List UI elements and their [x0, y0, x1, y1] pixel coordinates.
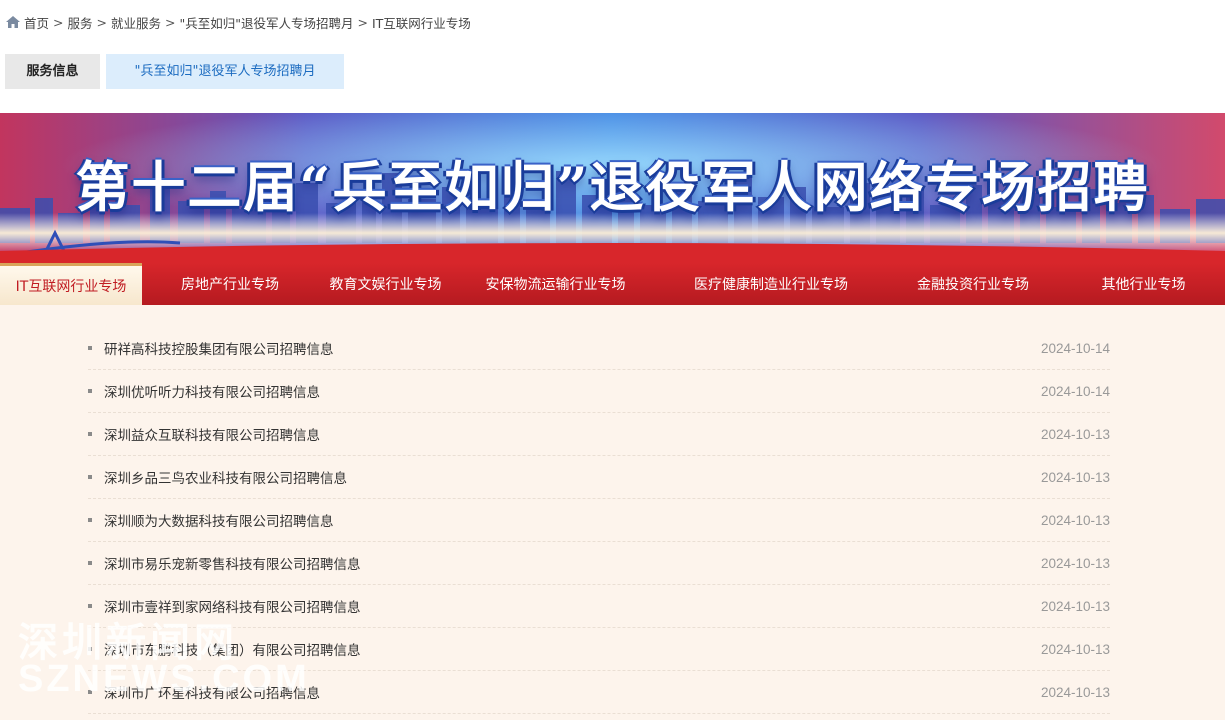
category-tab-it[interactable]: IT互联网行业专场	[0, 263, 142, 305]
list-item-date: 2024-10-13	[1040, 641, 1110, 657]
service-info-tab[interactable]: 服务信息	[5, 54, 100, 89]
category-tab-finance[interactable]: 金融投资行业专场	[884, 263, 1062, 305]
list-item-title[interactable]: 深圳顺为大数据科技有限公司招聘信息	[104, 510, 1041, 530]
bullet-icon	[88, 389, 92, 393]
list-item-date: 2024-10-13	[1040, 555, 1110, 571]
list-item-date: 2024-10-14	[1040, 340, 1110, 356]
list-item-title[interactable]: 深圳优听听力科技有限公司招聘信息	[104, 381, 1041, 401]
watermark-en: SZNEWS.COM	[18, 658, 310, 700]
list-item-title[interactable]: 研祥高科技控股集团有限公司招聘信息	[104, 338, 1041, 358]
breadcrumb-separator: >	[96, 14, 107, 30]
category-tab-realestate[interactable]: 房地产行业专场	[142, 263, 318, 305]
site-watermark: 深圳新闻网 SZNEWS.COM	[18, 610, 318, 710]
breadcrumb-separator: >	[53, 14, 64, 30]
breadcrumb-separator: >	[357, 14, 368, 30]
event-banner: 第十二届“兵至如归”退役军人网络专场招聘	[0, 113, 1225, 263]
breadcrumb-campaign[interactable]: "兵至如归"退役军人专场招聘月	[180, 13, 354, 32]
list-item-date: 2024-10-13	[1040, 512, 1110, 528]
list-item-date: 2024-10-13	[1040, 469, 1110, 485]
breadcrumb-home[interactable]: 首页	[24, 13, 49, 32]
list-item: 深圳益众互联科技有限公司招聘信息 2024-10-13	[88, 413, 1110, 456]
list-item: 深圳乡品三鸟农业科技有限公司招聘信息 2024-10-13	[88, 456, 1110, 499]
breadcrumb-separator: >	[165, 14, 176, 30]
bullet-icon	[88, 518, 92, 522]
bullet-icon	[88, 346, 92, 350]
list-item-date: 2024-10-13	[1040, 426, 1110, 442]
bullet-icon	[88, 561, 92, 565]
category-tab-healthcare-manufacturing[interactable]: 医疗健康制造业行业专场	[658, 263, 884, 305]
category-nav: IT互联网行业专场 房地产行业专场 教育文娱行业专场 安保物流运输行业专场 医疗…	[0, 263, 1225, 305]
list-item-date: 2024-10-13	[1040, 684, 1110, 700]
breadcrumb-service[interactable]: 服务	[68, 13, 93, 32]
breadcrumb: 首页 > 服务 > 就业服务 > "兵至如归"退役军人专场招聘月 > IT互联网…	[5, 13, 471, 31]
banner-title: 第十二届“兵至如归”退役军人网络专场招聘	[75, 155, 1150, 219]
campaign-tab[interactable]: "兵至如归"退役军人专场招聘月	[106, 54, 344, 89]
category-tab-security-logistics[interactable]: 安保物流运输行业专场	[453, 263, 658, 305]
list-item: 深圳市易乐宠新零售科技有限公司招聘信息 2024-10-13	[88, 542, 1110, 585]
list-item-date: 2024-10-14	[1040, 383, 1110, 399]
list-item-title[interactable]: 深圳市易乐宠新零售科技有限公司招聘信息	[104, 553, 1041, 573]
list-item: 深圳顺为大数据科技有限公司招聘信息 2024-10-13	[88, 499, 1110, 542]
home-icon[interactable]	[5, 14, 21, 30]
list-item: 深圳优听听力科技有限公司招聘信息 2024-10-14	[88, 370, 1110, 413]
category-tab-other[interactable]: 其他行业专场	[1062, 263, 1225, 305]
breadcrumb-current: IT互联网行业专场	[371, 15, 471, 31]
category-tab-education[interactable]: 教育文娱行业专场	[318, 263, 453, 305]
list-item-title[interactable]: 深圳乡品三鸟农业科技有限公司招聘信息	[104, 467, 1041, 487]
bullet-icon	[88, 475, 92, 479]
breadcrumb-employment[interactable]: 就业服务	[111, 13, 161, 32]
list-item-title[interactable]: 深圳益众互联科技有限公司招聘信息	[104, 424, 1041, 444]
list-item-date: 2024-10-13	[1040, 598, 1110, 614]
list-item: 研祥高科技控股集团有限公司招聘信息 2024-10-14	[88, 327, 1110, 370]
bullet-icon	[88, 604, 92, 608]
bullet-icon	[88, 432, 92, 436]
sub-tabs: 服务信息 "兵至如归"退役军人专场招聘月	[5, 54, 344, 89]
